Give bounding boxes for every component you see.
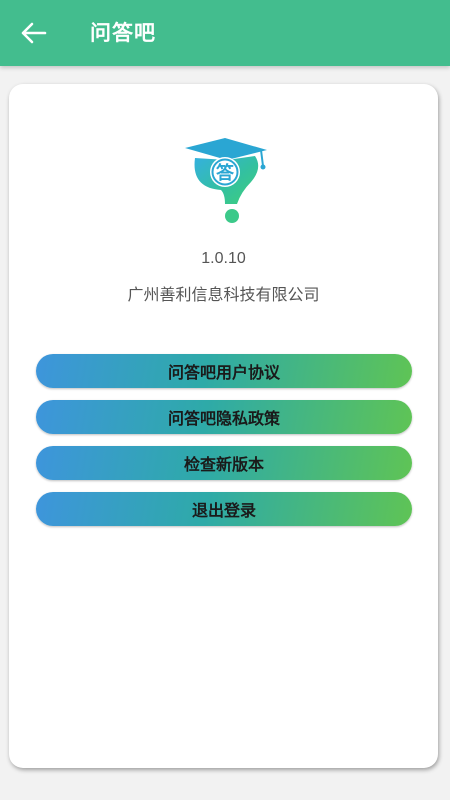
app-logo-icon: 答 (185, 138, 267, 223)
check-update-button[interactable]: 检查新版本 (36, 446, 412, 480)
page-title: 问答吧 (90, 21, 156, 45)
top-app-bar: 问答吧 (0, 0, 450, 66)
logo-text: 答 (216, 162, 235, 184)
logout-button[interactable]: 退出登录 (36, 492, 412, 526)
privacy-policy-button[interactable]: 问答吧隐私政策 (36, 400, 412, 434)
app-version: 1.0.10 (201, 250, 246, 267)
user-agreement-button[interactable]: 问答吧用户协议 (36, 354, 412, 388)
about-card: 答 1.0.10 广州善利信息科技有限公司 问答吧用户协议 问答吧隐私政策 检查… (9, 84, 438, 768)
back-button[interactable] (14, 16, 54, 50)
company-name: 广州善利信息科技有限公司 (127, 285, 320, 304)
arrow-left-icon (21, 22, 47, 44)
